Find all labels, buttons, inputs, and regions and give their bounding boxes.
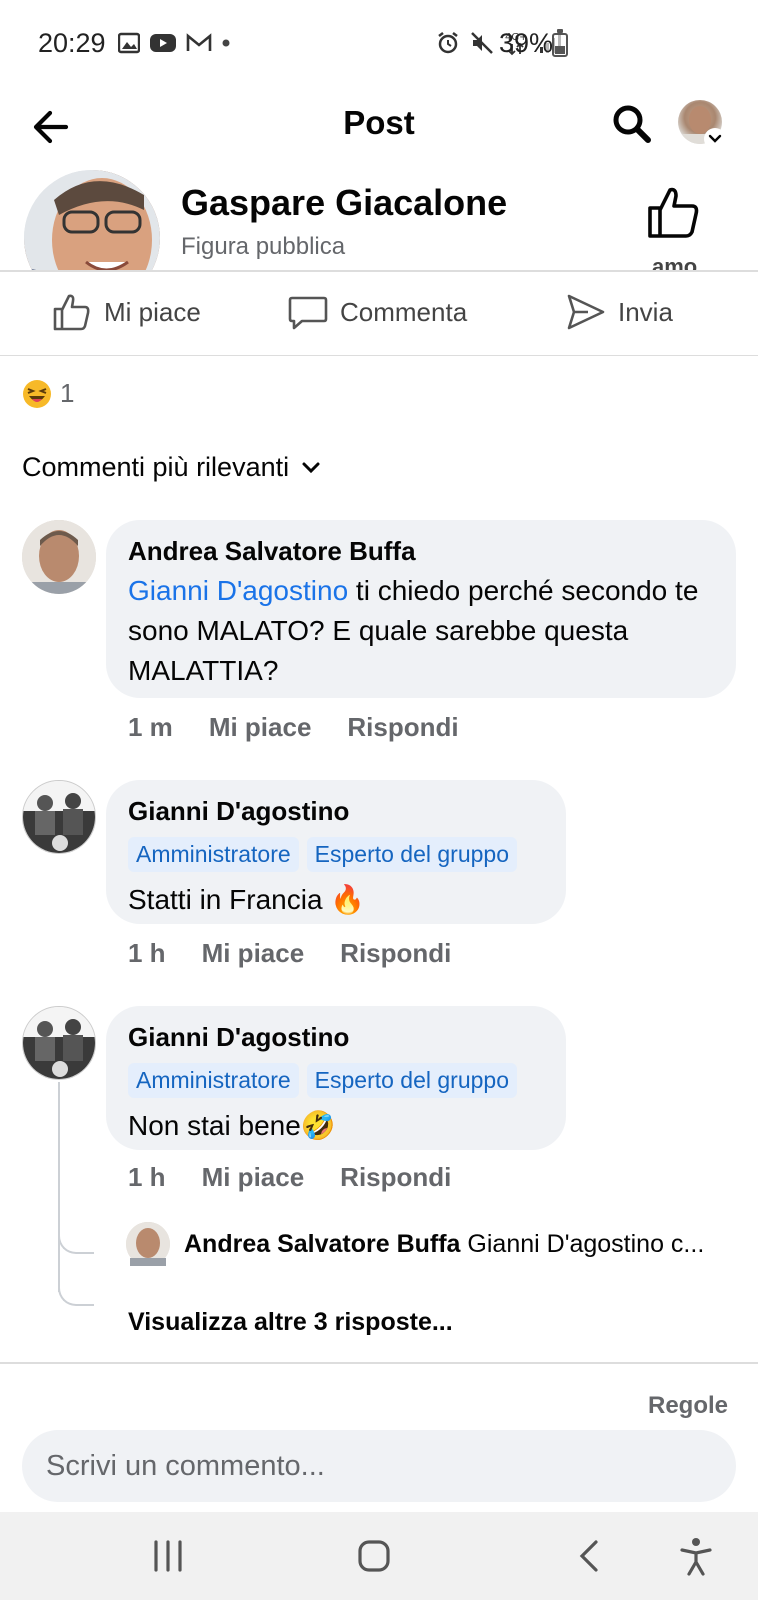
account-menu-button[interactable] (704, 128, 726, 150)
comment-bubble: Andrea Salvatore Buffa Gianni D'agostino… (106, 520, 736, 698)
comment-time: 1 h (128, 938, 166, 968)
accessibility-button[interactable] (674, 1534, 718, 1578)
commenter-avatar[interactable] (22, 1006, 96, 1080)
comment-time: 1 m (128, 712, 173, 742)
sort-label: Commenti più rilevanti (22, 452, 290, 482)
chevron-down-icon (302, 462, 320, 473)
comment-reply-button[interactable]: Rispondi (347, 712, 458, 743)
comment-time: 1 h (128, 1162, 166, 1192)
battery-percent: 39% (499, 28, 554, 58)
reaction-count: 1 (60, 378, 75, 408)
comment-like-button[interactable]: Mi piace (202, 1162, 305, 1193)
home-button[interactable] (352, 1534, 396, 1578)
badge-row: Amministratore Esperto del gruppo (128, 1063, 544, 1098)
send-label: Invia (618, 296, 673, 327)
comment-input[interactable] (22, 1430, 736, 1502)
comment-meta: 1 m Mi piace Rispondi (128, 712, 495, 743)
dot-icon (222, 39, 230, 47)
rules-link[interactable]: Regole (648, 1392, 728, 1420)
chevron-down-icon (708, 134, 722, 143)
comment-like-button[interactable]: Mi piace (202, 938, 305, 969)
home-icon (358, 1540, 390, 1572)
mention-link[interactable]: Gianni D'agostino (128, 575, 348, 606)
commenter-face-icon (22, 520, 96, 594)
thread-line (58, 1082, 60, 1252)
alarm-icon (438, 32, 458, 54)
comment-like-button[interactable]: Mi piace (209, 712, 312, 743)
search-button[interactable] (610, 102, 654, 146)
comment-sort-dropdown[interactable]: Commenti più rilevanti (22, 452, 321, 483)
battery-fill (555, 46, 565, 54)
expert-badge[interactable]: Esperto del gruppo (306, 837, 518, 872)
accessibility-icon (680, 1538, 712, 1576)
view-more-replies-link[interactable]: Visualizza altre 3 risposte... (128, 1308, 453, 1337)
youtube-icon (150, 34, 176, 52)
comment-reply-button[interactable]: Rispondi (340, 938, 451, 969)
comment-author[interactable]: Gianni D'agostino (128, 1022, 544, 1053)
laugh-emoji-icon (23, 379, 51, 408)
chevron-left-icon (579, 1540, 598, 1572)
expert-badge[interactable]: Esperto del gruppo (306, 1063, 518, 1098)
commenter-avatar[interactable] (22, 520, 96, 594)
system-nav-bar (0, 1512, 758, 1600)
reply-preview[interactable]: Andrea Salvatore Buffa Gianni D'agostino… (126, 1222, 736, 1266)
send-icon (567, 294, 605, 330)
recent-apps-button[interactable] (146, 1534, 190, 1578)
group-photo-icon (23, 781, 95, 853)
comment-bubble-icon (288, 296, 328, 330)
gmail-icon (186, 33, 212, 51)
comment-bubble: Gianni D'agostino Amministratore Esperto… (106, 1006, 566, 1150)
notification-icons (118, 32, 231, 54)
gallery-icon (118, 32, 140, 54)
admin-badge[interactable]: Amministratore (128, 837, 299, 872)
battery-icon (552, 29, 568, 57)
top-bar: Post (0, 90, 758, 170)
comment-meta: 1 h Mi piace Rispondi (128, 938, 487, 969)
reply-snippet: Gianni D'agostino c... (467, 1229, 705, 1258)
commenter-avatar[interactable] (22, 780, 96, 854)
comment-author[interactable]: Andrea Salvatore Buffa (128, 536, 714, 567)
comment-button[interactable]: Commenta (288, 292, 467, 332)
like-label: Mi piace (104, 296, 201, 327)
like-page-label: amo (652, 254, 698, 272)
comment-meta: 1 h Mi piace Rispondi (128, 1162, 487, 1193)
reply-face-icon (126, 1222, 170, 1266)
comment-label: Commenta (340, 296, 468, 327)
comment-text: Statti in Francia 🔥 (128, 884, 366, 915)
mute-icon (471, 32, 493, 54)
page-profile-photo[interactable] (24, 170, 160, 270)
comment-composer-area: Regole (0, 1362, 758, 1512)
comment-author[interactable]: Gianni D'agostino (128, 796, 544, 827)
search-icon (613, 105, 651, 143)
like-page-button[interactable] (646, 184, 706, 244)
recent-apps-icon (154, 1540, 182, 1572)
group-photo-icon (23, 1007, 95, 1079)
badge-row: Amministratore Esperto del gruppo (128, 837, 544, 872)
reply-author[interactable]: Andrea Salvatore Buffa (184, 1230, 460, 1258)
page-category: Figura pubblica (181, 233, 346, 260)
page-name[interactable]: Gaspare Giacalone (181, 182, 507, 224)
comment-text: Gianni D'agostino ti chiedo perché secon… (128, 571, 714, 691)
like-button[interactable]: Mi piace (52, 292, 201, 332)
reply-text: Andrea Salvatore Buffa Gianni D'agostino… (184, 1230, 704, 1259)
comment-input-container[interactable] (22, 1430, 736, 1502)
status-bar: 20:29 4G+ 39% (0, 0, 758, 90)
post-action-bar: Mi piace Commenta Invia (0, 274, 758, 356)
comment-text: Non stai bene🤣 (128, 1110, 336, 1141)
system-back-button[interactable] (568, 1534, 612, 1578)
thread-connector (58, 1284, 94, 1306)
page-info-strip: Gaspare Giacalone Figura pubblica amo (0, 170, 758, 272)
comment-reply-button[interactable]: Rispondi (340, 1162, 451, 1193)
send-button[interactable]: Invia (566, 292, 673, 332)
page-photo-face-icon (24, 170, 160, 270)
thread-connector (58, 1232, 94, 1254)
reaction-summary[interactable]: 1 (22, 378, 74, 409)
thumbs-up-icon (648, 187, 699, 238)
reply-avatar[interactable] (126, 1222, 170, 1266)
status-time: 20:29 (38, 28, 106, 58)
comment-bubble: Gianni D'agostino Amministratore Esperto… (106, 780, 566, 924)
thumbs-up-icon (53, 294, 90, 331)
admin-badge[interactable]: Amministratore (128, 1063, 299, 1098)
